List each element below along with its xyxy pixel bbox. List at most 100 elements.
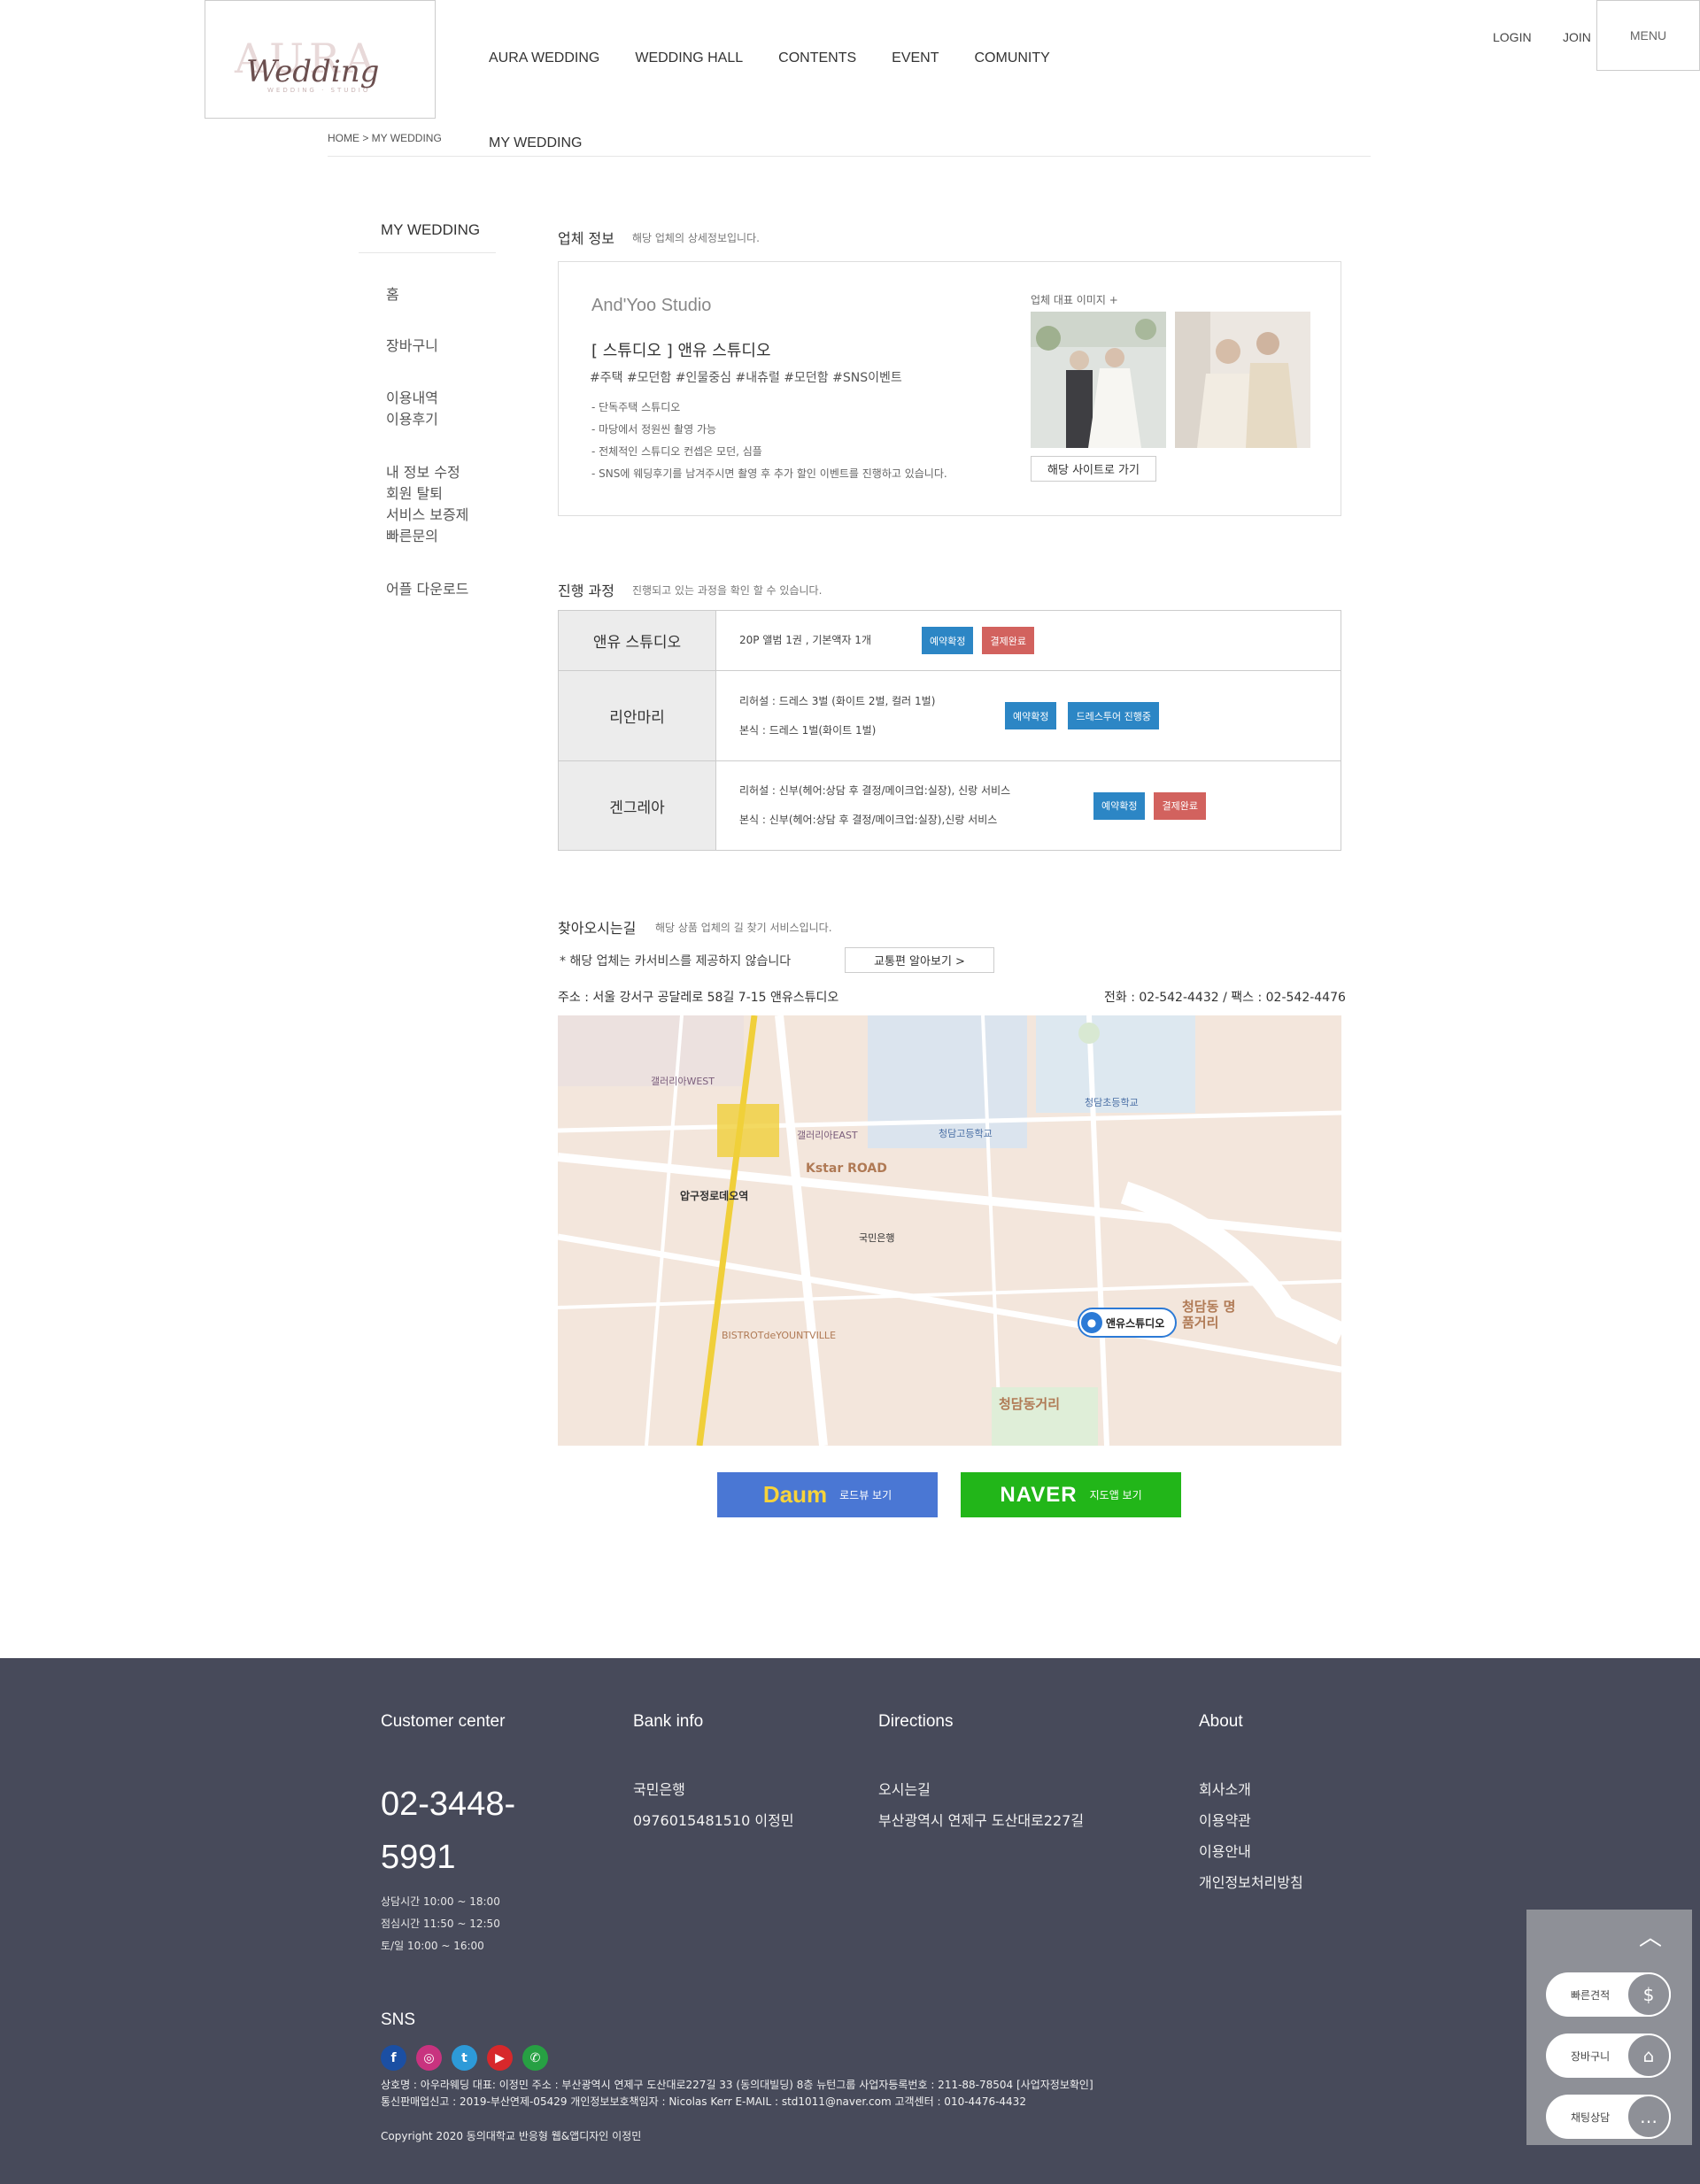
studio-photo-2[interactable] [1175,312,1310,448]
sidebar-item-cart[interactable]: 장바구니 [386,336,438,357]
sidebar-divider [359,252,496,253]
desc-line: - 전체적인 스튜디오 컨셉은 모던, 심플 [591,445,762,458]
sidebar-item-app-download[interactable]: 어플 다운로드 [386,579,468,600]
footer-bank-title: Bank info [633,1712,704,1731]
scroll-top-icon[interactable]: ︿ [1619,1918,1681,1953]
menu-button[interactable]: MENU [1596,0,1700,71]
vendor-name: 앤유 스튜디오 [559,611,716,670]
logo-sub: WEDDING · STUDIO [267,87,371,94]
info-line: 상호명 : 아우라웨딩 대표: 이정민 주소 : 부산광역시 연제구 도산대로2… [381,2079,1093,2091]
sidebar-item-history[interactable]: 이용내역 [386,388,438,409]
traffic-info-button[interactable]: 교통편 알아보기 > [845,947,994,973]
vendor-name: 겐그레아 [559,761,716,850]
row-detail: 본식 : 드레스 1벌(화이트 1벌) [739,723,877,737]
divider [328,156,1371,157]
studio-name-ko: [ 스튜디오 ] 앤유 스튜디오 [591,342,771,360]
youtube-icon[interactable]: ▶ [487,2045,513,2071]
map-label-school: 청담고등학교 [939,1128,993,1139]
about-link-privacy[interactable]: 개인정보처리방침 [1199,1867,1303,1898]
nav-comunity[interactable]: COMUNITY [974,50,1049,66]
customer-hours: 상담시간 10:00 ~ 18:00 점심시간 11:50 ~ 12:50 토/… [381,1891,500,1957]
directions-link[interactable]: 오시는길 [878,1774,1084,1805]
map-label-gallery-e: 갤러리아EAST [797,1130,858,1141]
customer-phone: 02-3448- 5991 [381,1778,515,1884]
info-line: 통신판매업신고 : 2019-부산연제-05429 개인정보보호책임자 : Ni… [381,2095,1026,2108]
table-row: 앤유 스튜디오 20P 앨범 1권 , 기본액자 1개 예약확정 결제완료 [558,610,1341,670]
about-link-company[interactable]: 회사소개 [1199,1774,1303,1805]
daum-roadview-button[interactable]: Daum 로드뷰 보기 [717,1472,938,1517]
quick-label: 빠른견적 [1571,1988,1611,2002]
row-detail: 본식 : 신부(헤어:상담 후 결정/메이크업:실장),신랑 서비스 [739,814,998,826]
directions-info: 오시는길 부산광역시 연제구 도산대로227길 [878,1774,1084,1836]
map-label-road: Kstar ROAD [806,1161,887,1176]
bag-icon: ⌂ [1627,2034,1671,2078]
bank-line: 국민은행 [633,1781,685,1798]
logo[interactable]: AURA Wedding WEDDING · STUDIO [205,0,436,119]
about-links: 회사소개 이용약관 이용안내 개인정보처리방침 [1199,1774,1303,1898]
quick-label: 장바구니 [1571,2049,1611,2063]
nav-contents[interactable]: CONTENTS [778,50,856,66]
naver-map-button[interactable]: NAVER 지도앱 보기 [961,1472,1181,1517]
sns-icons: f ◎ t ▶ ✆ [381,2045,548,2071]
map-label-street: 청담동거리 [999,1396,1061,1412]
about-link-terms[interactable]: 이용약관 [1199,1805,1303,1836]
sidebar-item-inquiry[interactable]: 빠른문의 [386,526,438,547]
instagram-icon[interactable]: ◎ [416,2045,442,2071]
car-service-notice: * 해당 업체는 카서비스를 제공하지 않습니다 [560,954,792,969]
status-badge-paid: 결제완료 [982,627,1034,654]
address: 주소 : 서울 강서구 공달레로 58길 7-15 앤유스튜디오 [558,991,839,1005]
company-section-title: 업체 정보 [558,230,614,247]
daum-label: 로드뷰 보기 [839,1489,892,1501]
nav-wedding-hall[interactable]: WEDDING HALL [635,50,743,66]
table-row: 리안마리 리허설 : 드레스 3벌 (화이트 2벌, 컬러 1벌) 본식 : 드… [558,670,1341,760]
hours-line: 점심시간 11:50 ~ 12:50 [381,1918,500,1930]
facebook-icon[interactable]: f [381,2045,406,2071]
sidebar-item-reviews[interactable]: 이용후기 [386,409,438,430]
sns-title: SNS [381,2010,416,2029]
map-pin[interactable]: ● 앤유스튜디오 [1078,1308,1178,1338]
visit-site-button[interactable]: 해당 사이트로 가기 [1031,456,1156,482]
bank-info: 국민은행 0976015481510 이정민 [633,1774,794,1836]
page-title: MY WEDDING [489,135,583,150]
quick-chat-button[interactable]: 채팅상담 … [1546,2095,1671,2139]
status-badge-confirmed: 예약확정 [922,627,974,654]
twitter-icon[interactable]: t [452,2045,477,2071]
directions-section-subtitle: 해당 상품 업체의 길 찾기 서비스입니다. [655,922,832,934]
whatsapp-icon[interactable]: ✆ [522,2045,548,2071]
map-label-bistrot: BISTROTdeYOUNTVILLE [722,1330,837,1341]
sidebar-item-edit-profile[interactable]: 내 정보 수정 [386,462,460,483]
directions-line: 부산광역시 연제구 도산대로227길 [878,1812,1085,1829]
image-label[interactable]: 업체 대표 이미지 + [1031,292,1118,307]
row-detail: 20P 앨범 1권 , 기본액자 1개 [739,634,871,646]
login-link[interactable]: LOGIN [1493,30,1532,44]
desc-line: - 단독주택 스튜디오 [591,401,681,413]
studio-photo-1[interactable] [1031,312,1166,448]
map-label-area: 청담동 명품거리 [1182,1299,1236,1331]
sidebar-item-guarantee[interactable]: 서비스 보증제 [386,505,468,526]
desc-line: - SNS에 웨딩후기를 남겨주시면 촬영 후 추가 할인 이벤트를 진행하고 … [591,467,947,480]
map[interactable]: 압구정로데오역 Kstar ROAD 국민은행 갤러리아WEST 갤러리아EAS… [558,1015,1341,1446]
breadcrumb: HOME > MY WEDDING [328,132,442,144]
footer-about-title: About [1199,1712,1243,1731]
join-link[interactable]: JOIN [1563,30,1591,44]
sidebar-item-withdraw[interactable]: 회원 탈퇴 [386,483,443,505]
row-detail: 리허설 : 드레스 3벌 (화이트 2벌, 컬러 1벌) [739,694,936,707]
sidebar-item-home[interactable]: 홈 [386,284,399,305]
dollar-icon: $ [1627,1972,1671,2017]
sidebar-title: MY WEDDING [381,221,481,238]
chat-icon: … [1627,2095,1671,2139]
quick-estimate-button[interactable]: 빠른견적 $ [1546,1972,1671,2017]
daum-logo: Daum [762,1481,828,1508]
progress-section-title: 진행 과정 [558,583,614,599]
vendor-name: 리안마리 [559,671,716,760]
hours-line: 상담시간 10:00 ~ 18:00 [381,1895,500,1908]
about-link-guide[interactable]: 이용안내 [1199,1836,1303,1867]
nav-aura-wedding[interactable]: AURA WEDDING [489,50,599,66]
nav-event[interactable]: EVENT [892,50,939,66]
map-label-school2: 청담초등학교 [1085,1097,1139,1108]
desc-line: - 마당에서 정원씬 촬영 가능 [591,423,717,436]
map-label-gallery-w: 갤러리아WEST [651,1076,715,1087]
quick-cart-button[interactable]: 장바구니 ⌂ [1546,2034,1671,2078]
studio-description: - 단독주택 스튜디오 - 마당에서 정원씬 촬영 가능 - 전체적인 스튜디오… [591,397,947,485]
progress-section-subtitle: 진행되고 있는 과정을 확인 할 수 있습니다. [632,584,823,597]
